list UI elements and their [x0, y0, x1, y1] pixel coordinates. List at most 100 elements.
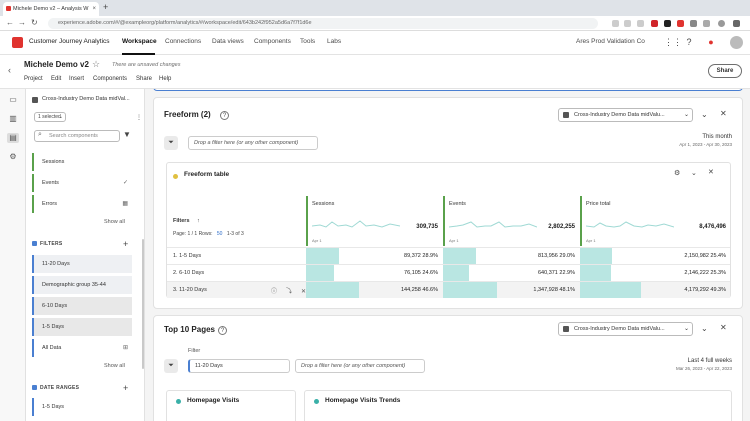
extension-puzzle-icon[interactable]	[690, 20, 697, 27]
applied-filter-chip[interactable]: 11-20 Days	[188, 359, 290, 373]
apps-grid-icon[interactable]: ⋮⋮	[664, 37, 682, 47]
freeform-panel-title[interactable]: Freeform (2)	[164, 110, 211, 119]
bookmark-icon[interactable]	[637, 20, 644, 27]
nav-workspace[interactable]: Workspace	[122, 38, 157, 45]
column-header-events[interactable]: Events 2,802,255 Apr 1	[443, 196, 579, 246]
nav-labs[interactable]: Labs	[327, 38, 341, 45]
panel-date-range[interactable]: This month Apr 1, 2023 - Apr 30, 2023	[679, 134, 732, 147]
sidebar-icon[interactable]	[703, 20, 710, 27]
top10-panel-title[interactable]: Top 10 Pages	[164, 325, 215, 334]
sort-arrow-icon[interactable]: ↑	[197, 218, 200, 224]
close-icon[interactable]: ✕	[720, 323, 727, 332]
back-arrow-icon[interactable]: ‹	[8, 65, 11, 75]
new-tab-button[interactable]: +	[103, 2, 108, 12]
panel-dataset-dropdown[interactable]: Cross-Industry Demo Data midValu... ⌄	[558, 108, 693, 122]
search-placeholder: Search components	[49, 133, 98, 139]
panel-date-range[interactable]: Last 4 full weeks Mar 26, 2023 - Apr 22,…	[676, 358, 732, 371]
dataset-name[interactable]: Cross-Industry Demo Data midVal...	[42, 96, 142, 102]
extension-red-icon[interactable]	[651, 20, 658, 27]
adobe-logo-icon[interactable]	[12, 37, 23, 48]
info-icon[interactable]: ⓘ	[271, 289, 277, 295]
visualizations-icon[interactable]: ▥	[7, 114, 19, 124]
settings-icon[interactable]: ⚙	[7, 152, 19, 162]
more-options-icon[interactable]: ⋮	[136, 114, 142, 121]
filter-item[interactable]: 6-10 Days	[32, 297, 132, 315]
org-switcher[interactable]: Ares Prod Validation Co	[576, 38, 645, 45]
percent-bar	[443, 265, 469, 281]
filter-funnel-icon[interactable]: ⏷	[164, 136, 178, 150]
menu-components[interactable]: Components	[93, 76, 127, 82]
rows-per-page-select[interactable]: 50	[217, 231, 223, 237]
panel-scrollbar[interactable]	[142, 239, 144, 369]
address-bar[interactable]: experience.adobe.com/#/@exampleorg/platf…	[48, 18, 598, 29]
collapse-icon[interactable]: ⌄	[691, 169, 697, 177]
calculated-metric-icon: ▦	[122, 201, 128, 207]
menu-share[interactable]: Share	[136, 76, 152, 82]
project-title[interactable]: Michele Demo v2	[24, 60, 89, 69]
menu-project[interactable]: Project	[24, 76, 43, 82]
avatar[interactable]	[730, 36, 743, 49]
extension-dark-icon[interactable]	[664, 20, 671, 27]
browser-menu-icon[interactable]	[733, 20, 740, 27]
menu-help[interactable]: Help	[159, 76, 171, 82]
date-range-item[interactable]: 1-5 Days	[32, 398, 132, 416]
close-icon[interactable]: ✕	[708, 168, 714, 176]
extension-icon[interactable]	[612, 20, 619, 27]
filter-item[interactable]: 1-5 Days	[32, 318, 132, 336]
collapse-icon[interactable]: ⌄	[701, 324, 708, 333]
show-all-metrics-link[interactable]: Show all	[104, 219, 125, 225]
column-header-price-total[interactable]: Price total 8,476,496 Apr 1	[580, 196, 730, 246]
add-date-range-button[interactable]: +	[123, 383, 128, 393]
sub-visualization[interactable]: Homepage Visits Trends	[304, 390, 732, 421]
help-circle-icon[interactable]: ?	[220, 111, 229, 120]
collapse-icon[interactable]: ⌄	[701, 110, 708, 119]
close-tab-icon[interactable]: ×	[92, 2, 96, 16]
filter-item[interactable]: All Data ⊞	[32, 339, 132, 357]
components-icon[interactable]: ▤	[7, 133, 19, 143]
table-row[interactable]: 1. 1-5 Days 89,372 28.9% 813,956 29.0% 2…	[167, 247, 730, 264]
favorite-star-icon[interactable]: ☆	[92, 59, 100, 70]
breakdown-icon[interactable]: ⤵	[286, 289, 292, 295]
menu-edit[interactable]: Edit	[51, 76, 61, 82]
settings-gear-icon[interactable]: ⚙	[674, 169, 680, 177]
table-row[interactable]: 3. 11-20 Days ⓘ ⤵ ✕ 144,258 46.6% 1,347,92…	[167, 281, 730, 298]
panel-dataset-dropdown[interactable]: Cross-Industry Demo Data midValu... ⌄	[558, 322, 693, 336]
browser-tab[interactable]: Michele Demo v2 – Analysis W ×	[3, 2, 99, 16]
filter-funnel-icon[interactable]: ⏷	[164, 359, 178, 373]
share-page-icon[interactable]	[624, 20, 631, 27]
back-icon[interactable]: ←	[6, 18, 14, 27]
search-input[interactable]: ⌕ Search components	[34, 130, 120, 142]
filter-dropzone[interactable]: Drop a filter here (or any other compone…	[295, 359, 425, 373]
filter-item[interactable]: 11-20 Days	[32, 255, 132, 273]
filter-item[interactable]: Demographic group 35-44	[32, 276, 132, 294]
dimension-header[interactable]: Filters ↑	[173, 218, 200, 224]
forward-icon[interactable]: →	[18, 18, 26, 27]
selection-dropdown[interactable]: 1 selected ⌄	[34, 112, 66, 122]
app-name[interactable]: Customer Journey Analytics	[29, 38, 110, 45]
menu-insert[interactable]: Insert	[69, 76, 84, 82]
table-row[interactable]: 2. 6-10 Days 76,105 24.6% 640,371 22.9% …	[167, 264, 730, 281]
metric-item[interactable]: Events ✓	[32, 174, 132, 192]
nav-connections[interactable]: Connections	[165, 38, 201, 45]
filter-dropzone[interactable]: Drop a filter here (or any other compone…	[188, 136, 318, 150]
profile-icon[interactable]	[718, 20, 725, 27]
show-all-filters-link[interactable]: Show all	[104, 363, 125, 369]
panels-icon[interactable]: ▭	[7, 95, 19, 105]
notifications-icon[interactable]: ●	[706, 37, 716, 47]
metric-item[interactable]: Errors ▦	[32, 195, 132, 213]
share-button[interactable]: Share	[708, 64, 742, 78]
nav-components[interactable]: Components	[254, 38, 291, 45]
column-header-sessions[interactable]: Sessions 309,735 Apr 1	[306, 196, 442, 246]
help-icon[interactable]: ?	[684, 37, 694, 47]
nav-data-views[interactable]: Data views	[212, 38, 244, 45]
close-icon[interactable]: ✕	[720, 109, 727, 118]
filter-icon[interactable]: ▼	[123, 130, 131, 139]
add-filter-button[interactable]: +	[123, 239, 128, 249]
metric-item[interactable]: Sessions	[32, 153, 132, 171]
nav-tools[interactable]: Tools	[300, 38, 315, 45]
extension-adobe-icon[interactable]	[677, 20, 684, 27]
sub-visualization[interactable]: Homepage Visits	[166, 390, 296, 421]
freeform-table-title[interactable]: Freeform table	[184, 171, 229, 178]
reload-icon[interactable]: ↻	[31, 18, 38, 27]
help-circle-icon[interactable]: ?	[218, 326, 227, 335]
